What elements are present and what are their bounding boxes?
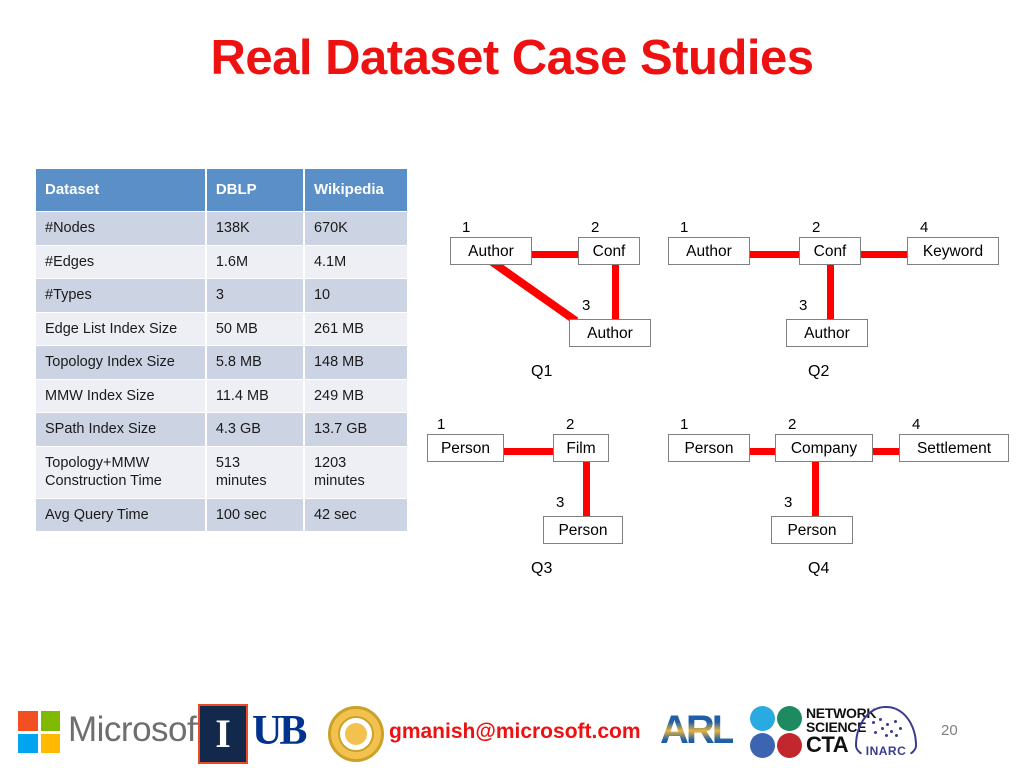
q3-node-3-number: 3	[556, 494, 565, 511]
q3-node-2-number: 2	[566, 416, 575, 433]
cell-dblp: 513 minutes	[206, 446, 303, 498]
q2-node-3-number: 3	[799, 297, 808, 314]
row-label: #Nodes	[36, 212, 205, 245]
inarc-dot-cluster	[870, 718, 902, 738]
q1-node-1[interactable]: Author	[450, 237, 532, 265]
cell-dblp: 138K	[206, 212, 303, 245]
q4-node-4[interactable]: Settlement	[899, 434, 1009, 462]
query-diagram-q3: 1 Person 2 Film 3 Person Q3	[425, 412, 675, 587]
cell-wikipedia: 42 sec	[304, 498, 407, 532]
illinois-i-glyph: I	[215, 711, 231, 756]
cell-wikipedia: 4.1M	[304, 245, 407, 279]
q4-edge-2-4	[872, 448, 900, 455]
query-diagram-q1: 1 Author 2 Conf 3 Author Q1	[430, 215, 670, 390]
network-science-cta-logo-icon	[750, 706, 802, 758]
table-row: Avg Query Time 100 sec 42 sec	[36, 498, 407, 532]
query-diagram-q2: 1 Author 2 Conf 3 Author 4 Keyword Q2	[660, 215, 1010, 390]
cell-dblp: 1.6M	[206, 245, 303, 279]
q4-node-3[interactable]: Person	[771, 516, 853, 544]
q2-node-2-number: 2	[812, 219, 821, 236]
q3-node-2[interactable]: Film	[553, 434, 609, 462]
q4-node-1-number: 1	[680, 416, 689, 433]
row-label: Topology+MMW Construction Time	[36, 446, 205, 498]
cell-wikipedia: 1203 minutes	[304, 446, 407, 498]
cell-dblp: 100 sec	[206, 498, 303, 532]
row-label: #Edges	[36, 245, 205, 279]
q2-node-3[interactable]: Author	[786, 319, 868, 347]
q2-edge-2-4	[858, 251, 908, 258]
q4-caption: Q4	[808, 560, 830, 577]
q2-edge-1-2	[750, 251, 805, 258]
q4-node-3-number: 3	[784, 494, 793, 511]
cell-wikipedia: 148 MB	[304, 346, 407, 379]
table-row: Edge List Index Size 50 MB 261 MB	[36, 312, 407, 346]
arl-logo-icon: ARL	[660, 708, 736, 752]
row-label: Avg Query Time	[36, 498, 205, 532]
slide-number: 20	[941, 722, 958, 739]
column-header-dataset: Dataset	[36, 169, 205, 211]
row-label: #Types	[36, 279, 205, 312]
query-diagram-q4: 1 Person 2 Company 3 Person 4 Settlement…	[660, 412, 1010, 587]
row-label: SPath Index Size	[36, 413, 205, 446]
row-label: Edge List Index Size	[36, 312, 205, 346]
inarc-wordmark: INARC	[865, 744, 907, 758]
q1-node-1-number: 1	[462, 219, 471, 236]
q3-node-3[interactable]: Person	[543, 516, 623, 544]
q2-caption: Q2	[808, 363, 830, 380]
q3-node-1[interactable]: Person	[427, 434, 504, 462]
q2-node-2[interactable]: Conf	[799, 237, 861, 265]
q2-node-4[interactable]: Keyword	[907, 237, 999, 265]
table-row: #Edges 1.6M 4.1M	[36, 245, 407, 279]
ub-logo-icon: UB	[252, 708, 307, 754]
cell-wikipedia: 13.7 GB	[304, 413, 407, 446]
cell-wikipedia: 10	[304, 279, 407, 312]
q3-caption: Q3	[531, 560, 553, 577]
microsoft-wordmark: Microsoft	[68, 710, 206, 749]
dataset-stats-table: Dataset DBLP Wikipedia #Nodes 138K 670K …	[34, 168, 409, 532]
q1-node-3-number: 3	[582, 297, 591, 314]
table-row: MMW Index Size 11.4 MB 249 MB	[36, 379, 407, 413]
table-row: Topology+MMW Construction Time 513 minut…	[36, 446, 407, 498]
table-row: #Nodes 138K 670K	[36, 212, 407, 245]
cell-dblp: 3	[206, 279, 303, 312]
cell-dblp: 50 MB	[206, 312, 303, 346]
university-seal-icon	[328, 706, 384, 762]
page-title: Real Dataset Case Studies	[210, 31, 815, 85]
q2-node-1[interactable]: Author	[668, 237, 750, 265]
cell-wikipedia: 249 MB	[304, 379, 407, 413]
q1-node-3[interactable]: Author	[569, 319, 651, 347]
q1-node-2-number: 2	[591, 219, 600, 236]
cell-dblp: 11.4 MB	[206, 379, 303, 413]
row-label: MMW Index Size	[36, 379, 205, 413]
cell-wikipedia: 670K	[304, 212, 407, 245]
contact-email[interactable]: gmanish@microsoft.com	[389, 720, 641, 744]
q2-node-1-number: 1	[680, 219, 689, 236]
column-header-dblp: DBLP	[206, 169, 303, 211]
column-header-wikipedia: Wikipedia	[304, 169, 407, 211]
cell-wikipedia: 261 MB	[304, 312, 407, 346]
cell-dblp: 4.3 GB	[206, 413, 303, 446]
inarc-logo-icon: INARC	[855, 706, 917, 760]
table-row: SPath Index Size 4.3 GB 13.7 GB	[36, 413, 407, 446]
q4-node-2-number: 2	[788, 416, 797, 433]
illinois-logo-icon: I	[198, 704, 248, 764]
q4-node-2[interactable]: Company	[775, 434, 873, 462]
cell-dblp: 5.8 MB	[206, 346, 303, 379]
table-header-row: Dataset DBLP Wikipedia	[36, 169, 407, 211]
seal-core	[345, 723, 367, 745]
q1-caption: Q1	[531, 363, 553, 380]
microsoft-logo-icon	[18, 711, 60, 753]
table-row: #Types 3 10	[36, 279, 407, 312]
row-label: Topology Index Size	[36, 346, 205, 379]
table-row: Topology Index Size 5.8 MB 148 MB	[36, 346, 407, 379]
q4-edge-1-2	[750, 448, 778, 455]
q4-node-4-number: 4	[912, 416, 921, 433]
q2-node-4-number: 4	[920, 219, 929, 236]
q1-node-2[interactable]: Conf	[578, 237, 640, 265]
q3-node-1-number: 1	[437, 416, 446, 433]
q3-edge-1-2	[503, 448, 553, 455]
q4-node-1[interactable]: Person	[668, 434, 750, 462]
